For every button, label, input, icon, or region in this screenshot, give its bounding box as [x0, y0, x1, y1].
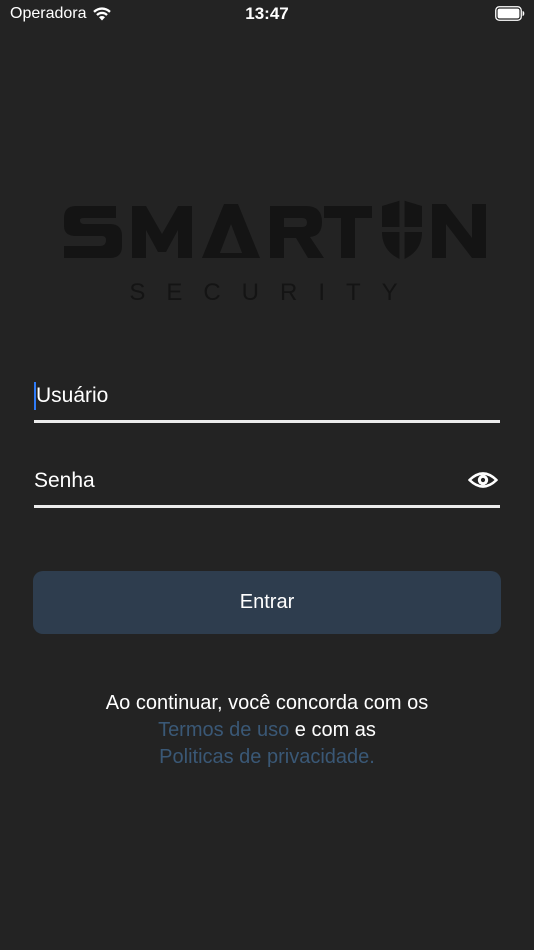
username-placeholder: Usuário: [36, 384, 109, 407]
terms-middle-text: e com as: [289, 719, 376, 741]
terms-line-2: Termos de uso e com as: [0, 717, 534, 744]
logo-letter-n: [432, 204, 486, 258]
logo-letter-r: [270, 206, 324, 258]
password-placeholder: Senha: [34, 469, 95, 492]
username-field[interactable]: Usuário: [34, 372, 500, 423]
smarton-security-logo: SECURITY: [64, 200, 486, 306]
terms-intro: Ao continuar, você concorda com os: [105, 692, 429, 714]
status-bar: Operadora 13:47: [0, 0, 534, 30]
password-field[interactable]: Senha: [34, 457, 500, 508]
logo-letter-s: [64, 206, 122, 258]
logo-letter-t: [324, 206, 372, 258]
status-time: 13:47: [245, 4, 289, 23]
battery-icon: [495, 6, 525, 21]
logo-letter-m: [132, 206, 192, 258]
eye-icon[interactable]: [468, 468, 498, 492]
login-button[interactable]: Entrar: [33, 571, 501, 634]
terms-of-use-link[interactable]: Termos de uso: [158, 719, 289, 741]
terms-notice: Ao continuar, você concorda com os Termo…: [0, 690, 534, 771]
logo-letter-a: [202, 204, 260, 258]
terms-line-3: Politicas de privacidade.: [0, 744, 534, 771]
logo-subtitle: SECURITY: [129, 279, 418, 306]
privacy-policy-link[interactable]: Politicas de privacidade.: [159, 746, 375, 768]
